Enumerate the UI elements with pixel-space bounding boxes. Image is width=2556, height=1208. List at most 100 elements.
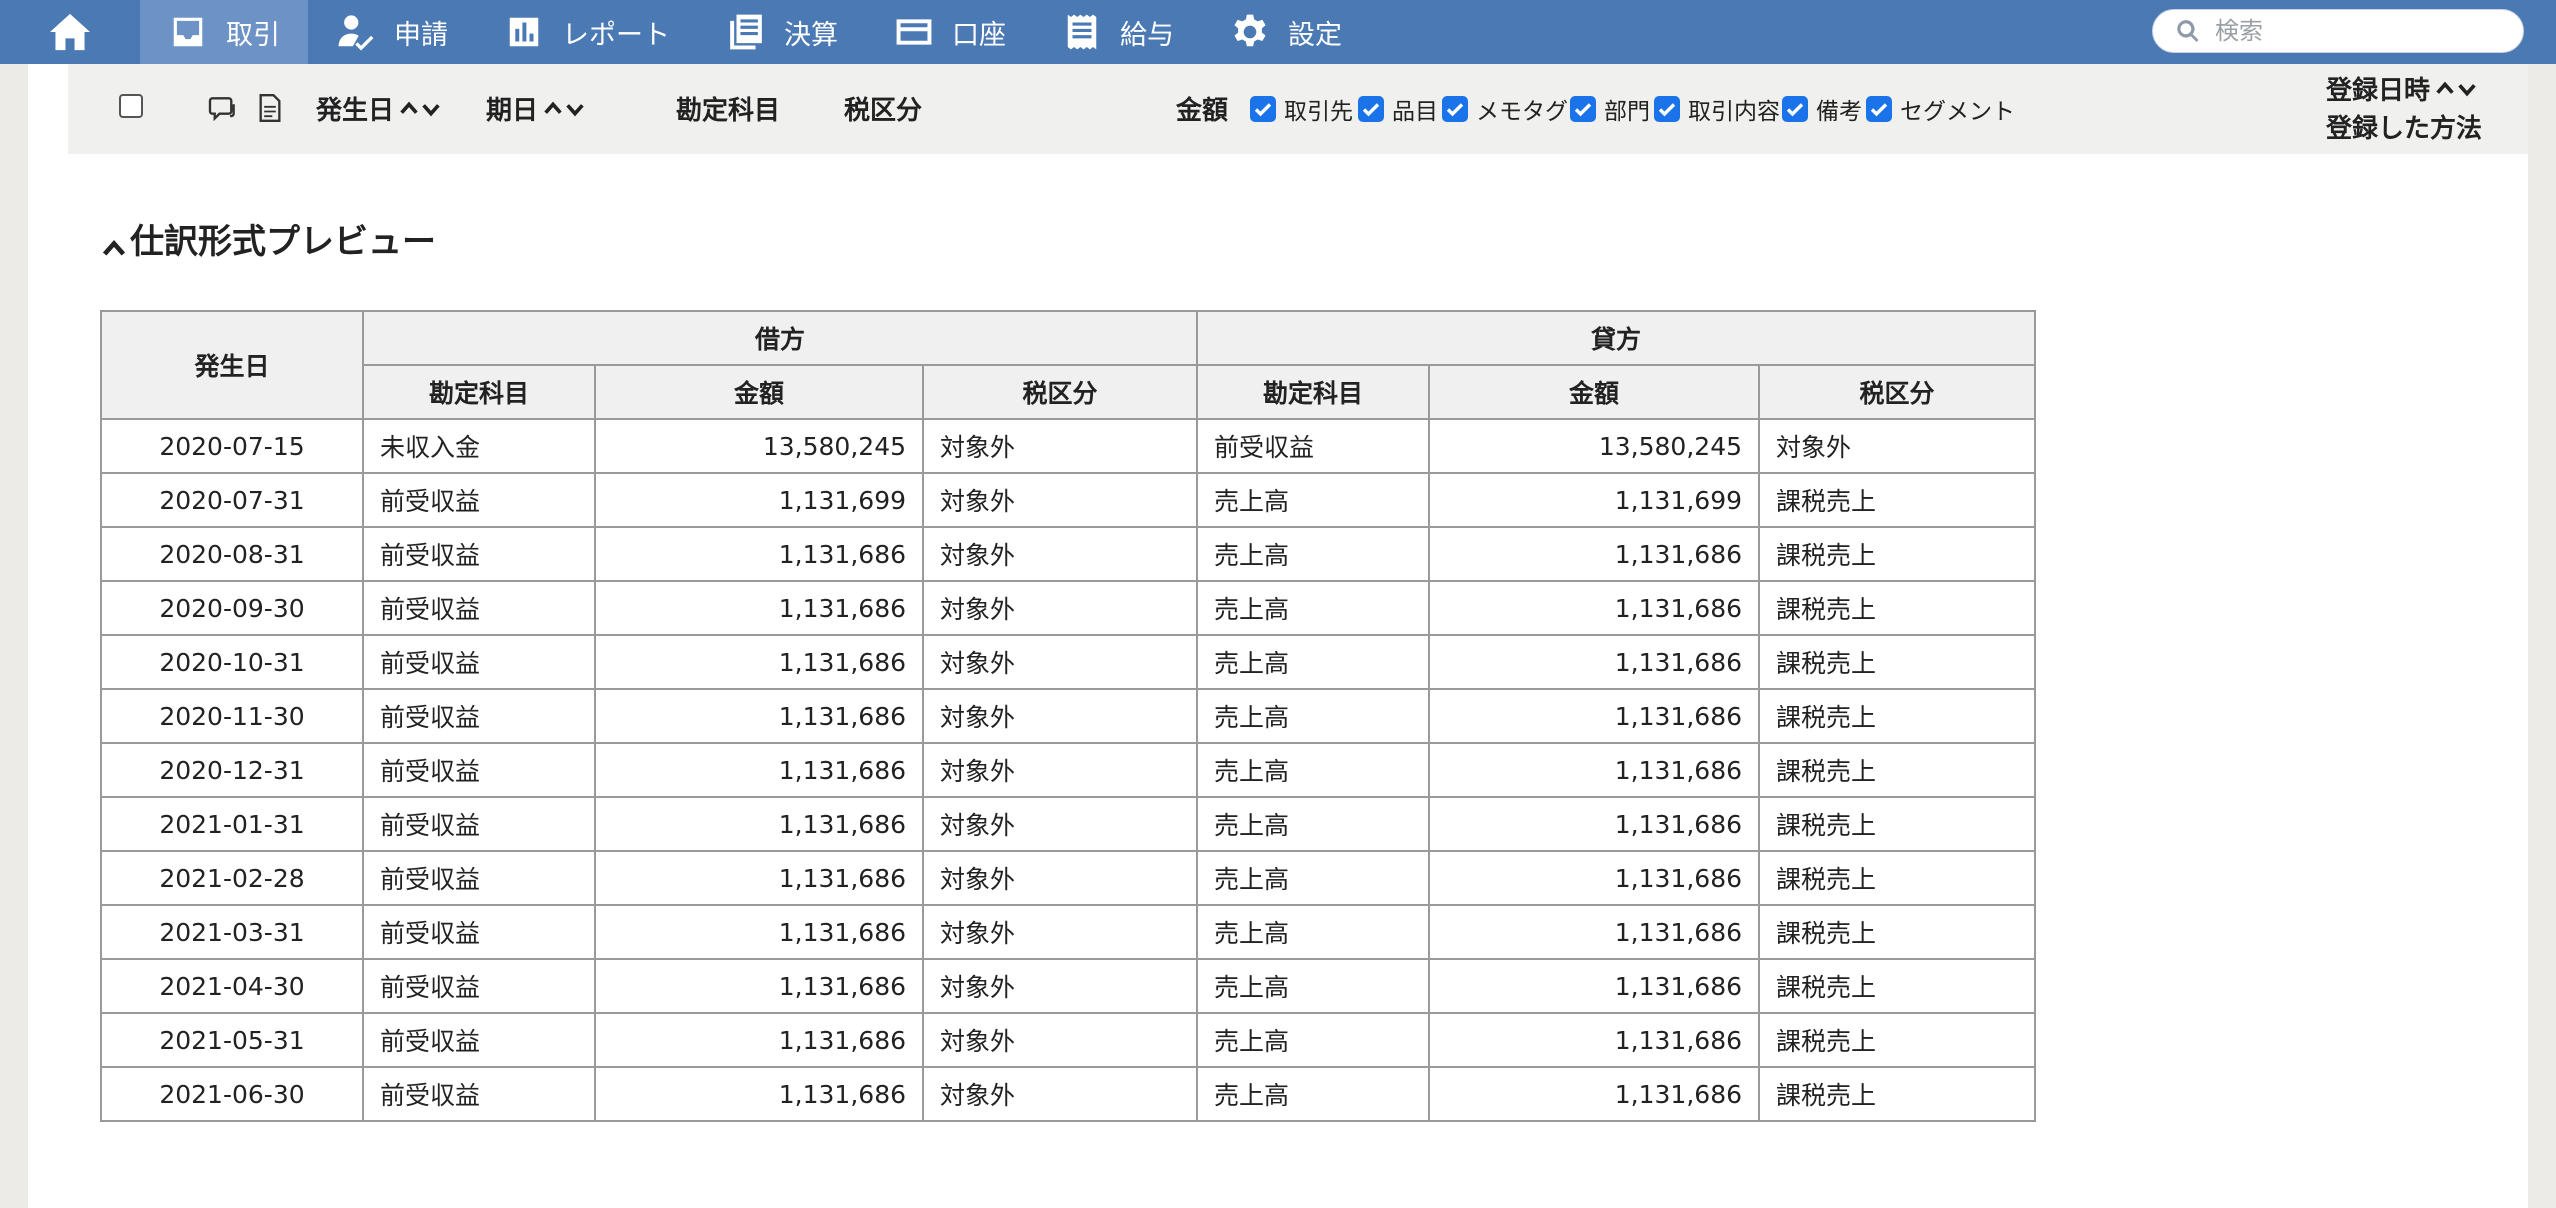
amount-header: 金額 <box>1176 96 1229 126</box>
checkbox-checked[interactable] <box>1866 96 1892 122</box>
debit-account-cell: 前受収益 <box>362 958 596 1014</box>
option-item[interactable]: 品目 <box>1358 92 1438 126</box>
nav-item-payroll[interactable]: 給与 <box>1034 0 1202 64</box>
credit-tax-cell: 課税売上 <box>1758 742 2036 798</box>
nav-item-accounts[interactable]: 口座 <box>866 0 1034 64</box>
debit-amount-cell: 1,131,686 <box>594 958 924 1014</box>
credit-amount-cell: 13,580,245 <box>1428 418 1760 474</box>
debit-account-cell: 前受収益 <box>362 634 596 690</box>
credit-amount-cell: 1,131,699 <box>1428 472 1760 528</box>
option-label: 品目 <box>1392 99 1438 125</box>
credit-header: 貸方 <box>1196 310 2036 366</box>
debit-amount-cell: 1,131,699 <box>594 472 924 528</box>
sort-arrows-icon[interactable] <box>2434 78 2478 100</box>
checkbox-checked[interactable] <box>1442 96 1468 122</box>
nav-item-settings[interactable]: 設定 <box>1202 0 1370 64</box>
credit-account-cell: 売上高 <box>1196 472 1430 528</box>
content-panel: 発生日 期日 勘定科目 税区分 金額 取引先 品目 メモタグ 部門 取引内容 備… <box>28 64 2528 1208</box>
credit-amount-cell: 1,131,686 <box>1428 958 1760 1014</box>
date-cell: 2021-05-31 <box>100 1012 364 1068</box>
credit-tax-cell: 課税売上 <box>1758 796 2036 852</box>
debit-tax-cell: 対象外 <box>922 742 1198 798</box>
sort-arrows-icon[interactable] <box>542 98 586 120</box>
debit-amount-cell: 1,131,686 <box>594 526 924 582</box>
receipt-icon <box>1062 12 1102 52</box>
checkbox-checked[interactable] <box>1358 96 1384 122</box>
date-cell: 2020-09-30 <box>100 580 364 636</box>
credit-amount-cell: 1,131,686 <box>1428 1012 1760 1068</box>
sort-issue-date[interactable]: 発生日 <box>316 90 442 127</box>
sort-due-date[interactable]: 期日 <box>486 90 586 127</box>
table-row: 2021-03-31 前受収益 1,131,686 対象外 売上高 1,131,686 課税… <box>100 904 2036 960</box>
debit-amount-cell: 1,131,686 <box>594 580 924 636</box>
table-row: 2020-07-31 前受収益 1,131,699 対象外 売上高 1,131,699 課税… <box>100 472 2036 528</box>
nav-label: 給与 <box>1120 19 1174 51</box>
credit-tax-cell: 課税売上 <box>1758 688 2036 744</box>
credit-amount-header: 金額 <box>1428 364 1760 420</box>
date-cell: 2021-01-31 <box>100 796 364 852</box>
nav-item-requests[interactable]: 申請 <box>308 0 476 64</box>
credit-amount-cell: 1,131,686 <box>1428 1066 1760 1122</box>
option-department[interactable]: 部門 <box>1570 92 1650 126</box>
date-cell: 2020-12-31 <box>100 742 364 798</box>
nav-label: 申請 <box>394 19 448 51</box>
option-remarks[interactable]: 備考 <box>1782 92 1862 126</box>
date-cell: 2021-04-30 <box>100 958 364 1014</box>
file-icon[interactable] <box>258 94 282 122</box>
search-box[interactable] <box>2152 9 2524 53</box>
home-icon <box>50 13 90 51</box>
top-navigation: 取引 申請 レポート 決算 口座 給与 設定 <box>0 0 2556 64</box>
credit-account-cell: 売上高 <box>1196 904 1430 960</box>
credit-tax-cell: 課税売上 <box>1758 634 2036 690</box>
journal-preview-table: 発生日 借方 貸方 勘定科目 金額 税区分 勘定科目 金額 税区分 2020-0… <box>100 310 2036 1122</box>
option-label: 備考 <box>1816 99 1862 125</box>
debit-tax-header: 税区分 <box>922 364 1198 420</box>
preview-title: 仕訳形式プレビュー <box>130 222 436 262</box>
due-date-header: 期日 <box>486 96 539 126</box>
debit-amount-cell: 1,131,686 <box>594 688 924 744</box>
checkbox-checked[interactable] <box>1782 96 1808 122</box>
comment-icon[interactable] <box>208 96 238 122</box>
table-row: 2021-01-31 前受収益 1,131,686 対象外 売上高 1,131,686 課税… <box>100 796 2036 852</box>
table-row: 2020-07-15 未収入金 13,580,245 対象外 前受収益 13,580,24… <box>100 418 2036 474</box>
checkbox-checked[interactable] <box>1250 96 1276 122</box>
registered-method-header: 登録した方法 <box>2326 114 2483 144</box>
nav-item-closing[interactable]: 決算 <box>698 0 866 64</box>
select-all-checkbox[interactable] <box>119 94 143 118</box>
debit-tax-cell: 対象外 <box>922 472 1198 528</box>
preview-toggle[interactable]: 仕訳形式プレビュー <box>100 214 436 263</box>
credit-amount-cell: 1,131,686 <box>1428 904 1760 960</box>
sort-arrows-icon[interactable] <box>398 98 442 120</box>
table-row: 2021-06-30 前受収益 1,131,686 対象外 売上高 1,131,686 課税… <box>100 1066 2036 1122</box>
nav-item-reports[interactable]: レポート <box>476 0 698 64</box>
option-description[interactable]: 取引内容 <box>1654 92 1780 126</box>
credit-tax-cell: 課税売上 <box>1758 904 2036 960</box>
table-row: 2021-04-30 前受収益 1,131,686 対象外 売上高 1,131,686 課税… <box>100 958 2036 1014</box>
credit-amount-cell: 1,131,686 <box>1428 742 1760 798</box>
checkbox-checked[interactable] <box>1654 96 1680 122</box>
nav-item-transactions[interactable]: 取引 <box>140 0 308 64</box>
credit-amount-cell: 1,131,686 <box>1428 634 1760 690</box>
table-row: 2020-08-31 前受収益 1,131,686 対象外 売上高 1,131,686 課税… <box>100 526 2036 582</box>
date-cell: 2020-08-31 <box>100 526 364 582</box>
checkbox-checked[interactable] <box>1570 96 1596 122</box>
date-cell: 2020-11-30 <box>100 688 364 744</box>
debit-tax-cell: 対象外 <box>922 1066 1198 1122</box>
credit-tax-header: 税区分 <box>1758 364 2036 420</box>
table-row: 2021-02-28 前受収益 1,131,686 対象外 売上高 1,131,686 課税… <box>100 850 2036 906</box>
option-partner[interactable]: 取引先 <box>1250 92 1353 126</box>
credit-tax-cell: 課税売上 <box>1758 580 2036 636</box>
debit-tax-cell: 対象外 <box>922 526 1198 582</box>
debit-tax-cell: 対象外 <box>922 796 1198 852</box>
debit-tax-cell: 対象外 <box>922 580 1198 636</box>
option-segment[interactable]: セグメント <box>1866 92 2015 126</box>
option-memo-tag[interactable]: メモタグ <box>1442 92 1568 126</box>
sort-registered-at[interactable]: 登録日時 <box>2326 70 2478 107</box>
user-check-icon <box>336 12 376 52</box>
home-button[interactable] <box>0 0 140 64</box>
search-input[interactable] <box>2215 17 2515 45</box>
date-cell: 2021-06-30 <box>100 1066 364 1122</box>
debit-amount-cell: 1,131,686 <box>594 1012 924 1068</box>
nav-label: 決算 <box>784 19 838 51</box>
credit-card-icon <box>894 12 934 52</box>
